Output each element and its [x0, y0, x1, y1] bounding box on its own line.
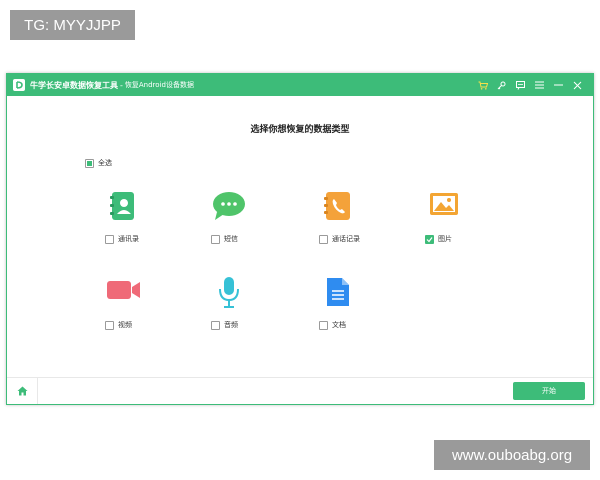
select-all-checkbox[interactable]: 全选: [85, 158, 112, 168]
photos-icon[interactable]: [429, 190, 465, 226]
menu-icon[interactable]: [530, 74, 549, 96]
contacts-label: 通讯录: [118, 235, 139, 243]
data-type-call-log[interactable]: 通话记录: [319, 190, 399, 250]
app-title: 牛学长安卓数据恢复工具: [30, 80, 118, 90]
key-icon[interactable]: [492, 74, 511, 96]
documents-icon[interactable]: [325, 276, 361, 312]
data-type-video[interactable]: 视频: [105, 276, 185, 336]
call-log-icon[interactable]: [323, 190, 359, 226]
messages-label: 短信: [224, 235, 238, 243]
contacts-icon[interactable]: [109, 190, 145, 226]
call-log-label: 通话记录: [332, 235, 360, 243]
minimize-icon[interactable]: [549, 74, 568, 96]
video-checkbox[interactable]: [105, 320, 114, 330]
contacts-checkbox[interactable]: [105, 234, 114, 244]
photos-checkbox[interactable]: [425, 234, 434, 244]
select-all-label: 全选: [98, 159, 112, 167]
page-heading: 选择你想恢复的数据类型: [250, 125, 350, 135]
app-window: 牛学长安卓数据恢复工具 - 恢复Android设备数据 选择你想恢复的数据类型 …: [6, 73, 594, 405]
messages-checkbox[interactable]: [211, 234, 220, 244]
audio-label: 音频: [224, 321, 238, 329]
select-all-box[interactable]: [85, 158, 94, 168]
data-type-documents[interactable]: 文档: [319, 276, 399, 336]
cart-icon[interactable]: [473, 74, 492, 96]
watermark-bottom: www.ouboabg.org: [434, 440, 590, 470]
title-separator: -: [120, 80, 123, 90]
app-logo-icon: [13, 79, 25, 91]
home-icon[interactable]: [7, 378, 38, 404]
video-icon[interactable]: [105, 276, 141, 312]
video-label: 视频: [118, 321, 132, 329]
watermark-top: TG: MYYJJPP: [10, 10, 135, 40]
app-subtitle: 恢复Android设备数据: [124, 81, 194, 89]
audio-checkbox[interactable]: [211, 320, 220, 330]
title-bar: 牛学长安卓数据恢复工具 - 恢复Android设备数据: [7, 74, 593, 96]
feedback-icon[interactable]: [511, 74, 530, 96]
close-icon[interactable]: [568, 74, 587, 96]
data-type-audio[interactable]: 音频: [211, 276, 291, 336]
audio-icon[interactable]: [217, 276, 253, 312]
documents-checkbox[interactable]: [319, 320, 328, 330]
data-type-photos[interactable]: 图片: [425, 190, 505, 250]
call-log-checkbox[interactable]: [319, 234, 328, 244]
messages-icon[interactable]: [211, 190, 247, 226]
documents-label: 文档: [332, 321, 346, 329]
footer-bar: 开始: [7, 377, 593, 404]
photos-label: 图片: [438, 235, 452, 243]
data-type-messages[interactable]: 短信: [211, 190, 291, 250]
start-button[interactable]: 开始: [513, 382, 585, 400]
data-type-contacts[interactable]: 通讯录: [105, 190, 185, 250]
